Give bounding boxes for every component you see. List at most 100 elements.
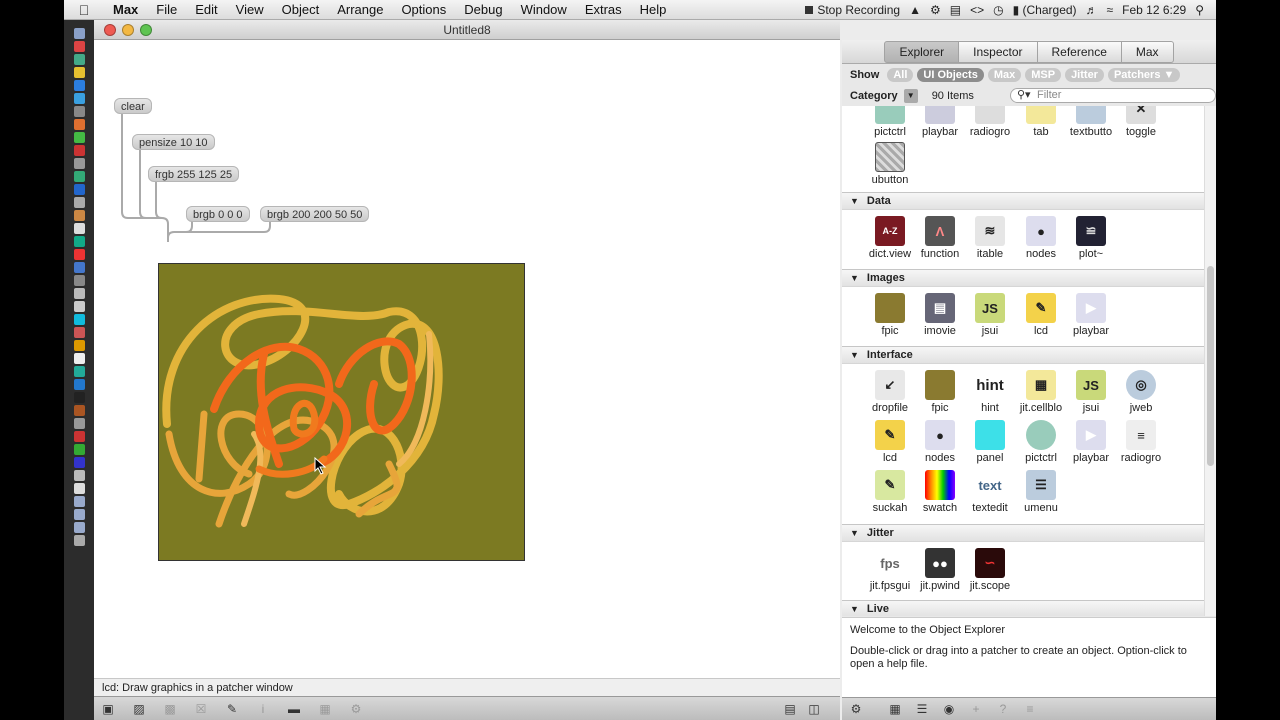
menu-extras[interactable]: Extras bbox=[576, 2, 631, 17]
section-header-data[interactable]: ▼ Data bbox=[842, 192, 1204, 210]
apple-menu-icon[interactable]:  bbox=[64, 2, 104, 18]
message-brgb-black[interactable]: brgb 0 0 0 bbox=[186, 206, 250, 222]
list-item[interactable]: ▦ jit.cellblo bbox=[1015, 370, 1067, 414]
app-icon[interactable] bbox=[73, 340, 85, 351]
list-item[interactable]: ◎ jweb bbox=[1115, 370, 1167, 414]
section-header-live[interactable]: ▼ Live bbox=[842, 600, 1204, 616]
app-icon[interactable] bbox=[73, 496, 85, 507]
code-icon[interactable]: <> bbox=[970, 3, 984, 17]
help-icon[interactable]: ? bbox=[995, 701, 1011, 717]
list-item[interactable]: JS jsui bbox=[1065, 370, 1117, 414]
section-header-images[interactable]: ▼ Images bbox=[842, 269, 1204, 287]
volume-icon[interactable]: ♬ bbox=[1086, 3, 1098, 17]
list-item[interactable]: tab bbox=[1015, 106, 1067, 138]
tab-reference[interactable]: Reference bbox=[1037, 40, 1122, 63]
battery-status[interactable]: ▮ (Charged) bbox=[1013, 3, 1077, 17]
section-header-interface[interactable]: ▼ Interface bbox=[842, 346, 1204, 364]
section-header-jitter[interactable]: ▼ Jitter bbox=[842, 524, 1204, 542]
list-item[interactable]: ● nodes bbox=[1015, 216, 1067, 260]
list-item[interactable]: radiogro bbox=[964, 106, 1016, 138]
app-icon[interactable] bbox=[73, 158, 85, 169]
grid-view-icon[interactable]: ▦ bbox=[887, 701, 903, 717]
grid-icon[interactable]: ▦ bbox=[317, 701, 333, 717]
app-icon[interactable] bbox=[73, 444, 85, 455]
app-icon[interactable] bbox=[73, 418, 85, 429]
app-icon[interactable] bbox=[73, 41, 85, 52]
list-item[interactable]: ✕ toggle bbox=[1115, 106, 1167, 138]
clear-icon[interactable]: ☒ bbox=[193, 701, 209, 717]
category-dropdown-icon[interactable]: ▼ bbox=[903, 88, 918, 103]
list-item[interactable]: ☰ umenu bbox=[1015, 470, 1067, 514]
settings-icon[interactable]: ⚙ bbox=[348, 701, 364, 717]
app-icon[interactable] bbox=[73, 431, 85, 442]
list-item[interactable]: text textedit bbox=[964, 470, 1016, 514]
object-list-scrollbar[interactable] bbox=[1204, 106, 1216, 616]
dropbox-icon[interactable]: ▲ bbox=[909, 3, 921, 17]
app-icon[interactable] bbox=[73, 262, 85, 273]
app-icon[interactable] bbox=[73, 236, 85, 247]
app-icon[interactable] bbox=[73, 509, 85, 520]
app-icon[interactable] bbox=[73, 223, 85, 234]
split-vertical-icon[interactable]: ◫ bbox=[806, 701, 822, 717]
info-icon[interactable]: i bbox=[255, 701, 271, 717]
scrollbar-thumb[interactable] bbox=[1207, 266, 1214, 466]
app-icon[interactable] bbox=[73, 301, 85, 312]
paint-icon[interactable]: ✎ bbox=[224, 701, 240, 717]
patcher-canvas[interactable]: clear pensize 10 10 frgb 255 125 25 brgb… bbox=[94, 40, 840, 698]
app-icon[interactable] bbox=[73, 392, 85, 403]
add-icon[interactable]: + bbox=[968, 701, 984, 717]
app-icon[interactable] bbox=[73, 353, 85, 364]
stop-recording-button[interactable]: Stop Recording bbox=[805, 3, 900, 17]
app-icon[interactable] bbox=[73, 119, 85, 130]
clock[interactable]: Feb 12 6:29 bbox=[1122, 3, 1186, 17]
list-item[interactable]: fpic bbox=[864, 293, 916, 337]
app-icon[interactable] bbox=[73, 145, 85, 156]
list-item[interactable]: hint hint bbox=[964, 370, 1016, 414]
app-icon[interactable] bbox=[73, 93, 85, 104]
filter-msp[interactable]: MSP bbox=[1025, 68, 1062, 82]
list-item[interactable]: swatch bbox=[914, 470, 966, 514]
menu-view[interactable]: View bbox=[227, 2, 273, 17]
list-item[interactable]: ↙ dropfile bbox=[864, 370, 916, 414]
list-item[interactable]: ✎ suckah bbox=[864, 470, 916, 514]
list-item[interactable]: ▤ imovie bbox=[914, 293, 966, 337]
list-item[interactable]: ∽ jit.scope bbox=[964, 548, 1016, 592]
list-item[interactable]: A-Z dict.view bbox=[864, 216, 916, 260]
time-machine-icon[interactable]: ◷ bbox=[993, 3, 1003, 17]
app-icon[interactable] bbox=[73, 366, 85, 377]
trash-icon[interactable] bbox=[73, 535, 85, 546]
object-list[interactable]: pictctrl playbar radiogro tab textbutto … bbox=[842, 106, 1204, 616]
app-icon[interactable] bbox=[73, 314, 85, 325]
tab-inspector[interactable]: Inspector bbox=[959, 40, 1038, 63]
finder-icon[interactable] bbox=[73, 28, 85, 39]
filter-jitter[interactable]: Jitter bbox=[1065, 68, 1104, 82]
app-icon[interactable] bbox=[73, 405, 85, 416]
filter-ui-objects[interactable]: UI Objects bbox=[917, 68, 984, 82]
app-icon[interactable] bbox=[73, 483, 85, 494]
app-icon[interactable] bbox=[73, 171, 85, 182]
menu-edit[interactable]: Edit bbox=[186, 2, 226, 17]
list-item[interactable]: ubutton bbox=[864, 142, 916, 186]
filter-patchers[interactable]: Patchers ▼ bbox=[1107, 68, 1181, 82]
spotlight-search-icon[interactable]: ⚲ bbox=[1195, 3, 1204, 17]
list-item[interactable]: pictctrl bbox=[864, 106, 916, 138]
app-icon[interactable] bbox=[73, 288, 85, 299]
list-item[interactable]: fps jit.fpsgui bbox=[864, 548, 916, 592]
list-item[interactable]: ≋ itable bbox=[964, 216, 1016, 260]
patcher-titlebar[interactable]: Untitled8 bbox=[94, 20, 840, 40]
app-icon[interactable] bbox=[73, 470, 85, 481]
filter-max[interactable]: Max bbox=[987, 68, 1022, 82]
list-item[interactable]: playbar bbox=[914, 106, 966, 138]
list-item[interactable]: ▶ playbar bbox=[1065, 293, 1117, 337]
eye-icon[interactable]: ◉ bbox=[941, 701, 957, 717]
app-icon[interactable] bbox=[73, 379, 85, 390]
list-item[interactable]: ▶ playbar bbox=[1065, 420, 1117, 464]
message-frgb[interactable]: frgb 255 125 25 bbox=[148, 166, 240, 182]
app-icon[interactable] bbox=[73, 210, 85, 221]
message-brgb-color[interactable]: brgb 200 200 50 50 bbox=[260, 206, 370, 222]
menu-options[interactable]: Options bbox=[392, 2, 455, 17]
menu-object[interactable]: Object bbox=[273, 2, 329, 17]
list-item[interactable]: JS jsui bbox=[964, 293, 1016, 337]
wifi-icon[interactable]: ≈ bbox=[1107, 3, 1114, 17]
list-item[interactable]: panel bbox=[964, 420, 1016, 464]
